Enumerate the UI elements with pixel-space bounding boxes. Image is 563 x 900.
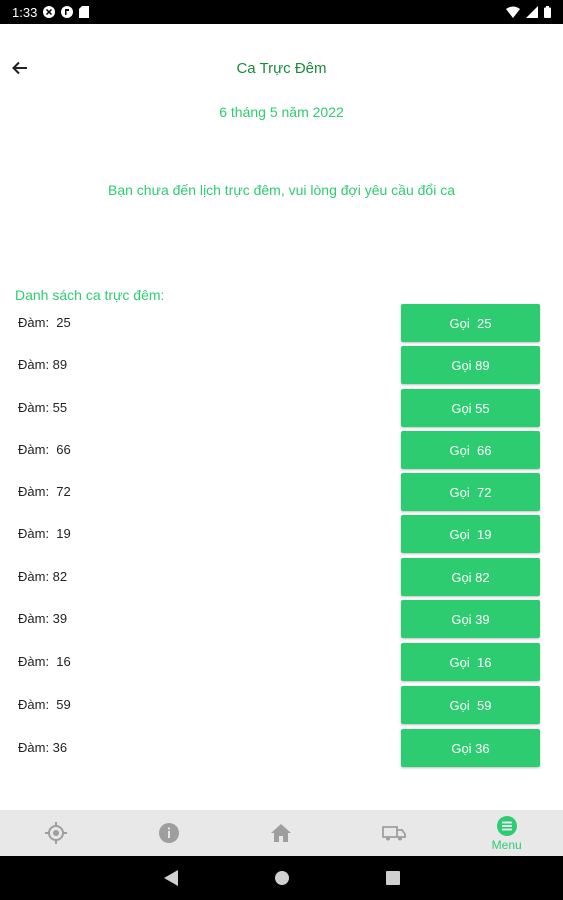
radio-label: Đàm: 55 bbox=[18, 400, 68, 415]
call-button[interactable]: Gọi 19 bbox=[401, 515, 540, 553]
call-button[interactable]: Gọi 39 bbox=[401, 600, 540, 638]
list-item: Đàm: 55 Gọi 55 bbox=[0, 389, 563, 427]
list-item: Đàm: 36 Gọi 36 bbox=[0, 729, 563, 767]
radio-label: Đàm: 39 bbox=[18, 611, 68, 626]
call-button[interactable]: Gọi 16 bbox=[401, 643, 540, 681]
home-circle-icon[interactable] bbox=[274, 870, 290, 886]
radio-label: Đàm: 59 bbox=[18, 697, 71, 712]
call-button[interactable]: Gọi 59 bbox=[401, 686, 540, 724]
header: Ca Trực Đêm bbox=[0, 24, 563, 112]
back-triangle-icon[interactable] bbox=[163, 870, 178, 886]
radio-label: Đàm: 25 bbox=[18, 315, 71, 330]
battery-icon bbox=[544, 6, 551, 18]
info-icon bbox=[158, 823, 179, 843]
app-notification-icon-2 bbox=[61, 6, 74, 18]
wifi-icon bbox=[506, 6, 520, 18]
radio-label: Đàm: 36 bbox=[18, 740, 68, 755]
call-button[interactable]: Gọi 66 bbox=[401, 431, 540, 469]
list-item: Đàm: 19 Gọi 19 bbox=[0, 515, 563, 553]
radio-label: Đàm: 72 bbox=[18, 484, 71, 499]
nav-item-ambulance[interactable] bbox=[338, 810, 451, 856]
radio-label: Đàm: 66 bbox=[18, 442, 71, 457]
list-item: Đàm: 59 Gọi 59 bbox=[0, 686, 563, 724]
list-item: Đàm: 89 Gọi 89 bbox=[0, 346, 563, 384]
recents-square-icon[interactable] bbox=[385, 871, 400, 885]
call-button[interactable]: Gọi 82 bbox=[401, 558, 540, 596]
sd-card-icon bbox=[79, 6, 90, 18]
nav-item-menu[interactable]: Menu bbox=[450, 810, 563, 856]
call-button[interactable]: Gọi 25 bbox=[401, 304, 540, 342]
notice-message: Bạn chưa đến lịch trực đêm, vui lòng đợi… bbox=[108, 182, 455, 198]
list-item: Đàm: 25 Gọi 25 bbox=[0, 304, 563, 342]
nav-item-home[interactable] bbox=[225, 810, 338, 856]
call-button[interactable]: Gọi 36 bbox=[401, 729, 540, 767]
location-icon bbox=[45, 822, 68, 844]
bottom-nav: Menu bbox=[0, 810, 563, 856]
signal-icon bbox=[526, 6, 538, 18]
radio-label: Đàm: 82 bbox=[18, 569, 68, 584]
radio-label: Đàm: 19 bbox=[18, 526, 71, 541]
nav-item-info[interactable] bbox=[113, 810, 226, 856]
app-notification-icon bbox=[43, 6, 56, 18]
status-time: 1:33 bbox=[12, 4, 38, 20]
date-text: 6 tháng 5 năm 2022 bbox=[219, 104, 344, 120]
page-title: Ca Trực Đêm bbox=[236, 60, 327, 77]
list-item: Đàm: 66 Gọi 66 bbox=[0, 431, 563, 469]
list-title: Danh sách ca trực đêm: bbox=[15, 287, 165, 303]
ambulance-icon bbox=[382, 826, 406, 841]
menu-icon bbox=[496, 815, 517, 836]
system-nav-bar bbox=[0, 856, 563, 900]
list-item: Đàm: 39 Gọi 39 bbox=[0, 600, 563, 638]
list-item: Đàm: 16 Gọi 16 bbox=[0, 643, 563, 681]
nav-label-menu: Menu bbox=[491, 837, 522, 852]
status-bar: 1:33 bbox=[0, 0, 563, 24]
call-button[interactable]: Gọi 72 bbox=[401, 473, 540, 511]
call-button[interactable]: Gọi 55 bbox=[401, 389, 540, 427]
list-item: Đàm: 72 Gọi 72 bbox=[0, 473, 563, 511]
list-item: Đàm: 82 Gọi 82 bbox=[0, 558, 563, 596]
nav-item-location[interactable] bbox=[0, 810, 113, 856]
home-icon bbox=[271, 824, 292, 842]
call-button[interactable]: Gọi 89 bbox=[401, 346, 540, 384]
radio-label: Đàm: 89 bbox=[18, 357, 68, 372]
radio-label: Đàm: 16 bbox=[18, 654, 71, 669]
